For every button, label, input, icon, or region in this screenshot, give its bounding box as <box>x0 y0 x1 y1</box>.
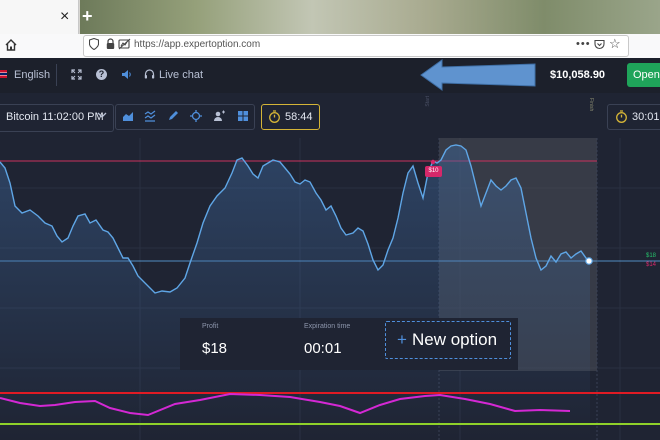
indicators-icon[interactable] <box>144 110 156 122</box>
tab-close-icon[interactable]: × <box>60 8 69 26</box>
open-account-button[interactable]: Open <box>627 63 660 87</box>
expiration-time-label: Expiration time <box>304 323 351 330</box>
live-chat-link[interactable]: Live chat <box>159 69 203 81</box>
new-option-label: New option <box>412 330 498 349</box>
chart-type-icon[interactable] <box>122 110 134 122</box>
tab-bar-background <box>80 0 660 34</box>
secondary-timer-label: 30:01 <box>632 111 660 123</box>
language-selector[interactable]: English <box>14 69 50 81</box>
chart-tools-group <box>115 104 255 130</box>
url-text[interactable]: https://app.expertoption.com <box>134 39 260 50</box>
entry-point <box>430 159 436 165</box>
stopwatch-icon <box>269 110 280 123</box>
home-icon[interactable] <box>4 38 18 52</box>
new-tab-button[interactable]: + <box>82 6 93 27</box>
lock-icon[interactable] <box>106 38 115 50</box>
target-price-tag: $10 <box>425 166 442 177</box>
plus-icon: + <box>397 330 407 349</box>
profit-label: Profit <box>202 323 219 330</box>
header-divider <box>56 64 57 86</box>
price-chart[interactable] <box>0 138 660 440</box>
uk-flag-icon <box>0 70 7 78</box>
expiration-time-value: 00:01 <box>304 340 342 357</box>
start-label: Start <box>425 96 431 107</box>
crosshair-icon[interactable] <box>190 110 202 122</box>
shield-icon[interactable] <box>89 38 99 50</box>
social-icon[interactable] <box>213 110 225 122</box>
layout-icon[interactable] <box>237 110 249 122</box>
sound-icon[interactable] <box>121 69 132 80</box>
finish-label: Finish <box>588 98 594 112</box>
profit-value: $18 <box>202 340 228 357</box>
headset-icon[interactable] <box>144 69 155 80</box>
help-icon[interactable]: ? <box>96 69 107 80</box>
permission-icon[interactable] <box>118 38 131 50</box>
stopwatch-icon <box>616 110 627 123</box>
annotation-arrow <box>420 59 536 91</box>
down-payout-tag: $14 <box>646 262 657 268</box>
expiration-timer-label: 58:44 <box>285 111 313 123</box>
fullscreen-icon[interactable] <box>71 69 82 80</box>
page-actions-menu[interactable]: ••• <box>576 38 591 50</box>
account-balance[interactable]: $10,058.90 <box>550 69 605 81</box>
pocket-icon[interactable] <box>594 39 605 50</box>
draw-icon[interactable] <box>167 110 179 122</box>
bookmark-star-icon[interactable]: ☆ <box>609 36 621 52</box>
current-price-point <box>585 257 593 265</box>
up-payout-tag: $18 <box>646 253 657 259</box>
chevron-down-icon[interactable] <box>97 110 107 120</box>
asset-label: Bitcoin 11:02:00 PM <box>6 111 104 123</box>
